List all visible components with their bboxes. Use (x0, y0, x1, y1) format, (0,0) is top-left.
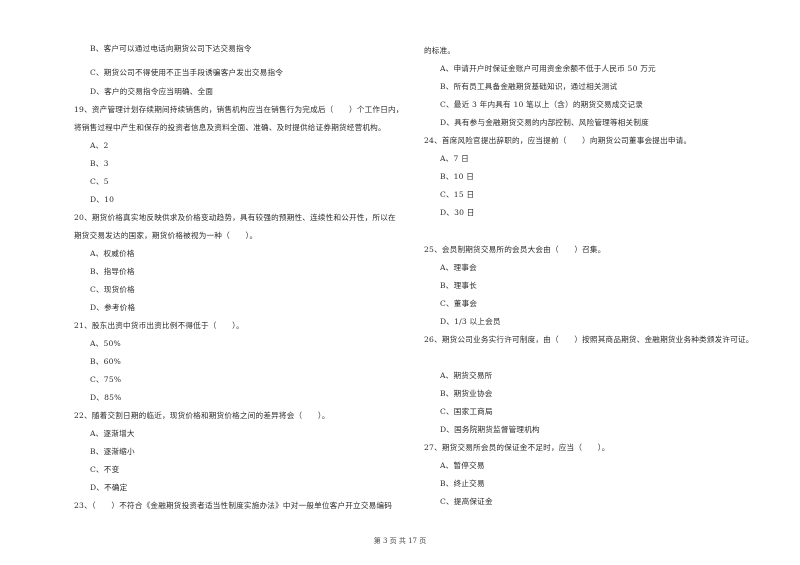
option-q26-c: C、国家工商局 (440, 407, 493, 416)
option-q24-d: D、30 日 (440, 208, 475, 217)
option-q27-c: C、提高保证金 (440, 497, 493, 506)
option-q23-d: D、具有参与金融期货交易的内部控制、风险管理等相关制度 (440, 118, 649, 127)
option-q20-c: C、现货价格 (90, 285, 135, 294)
option-q25-c: C、董事会 (440, 299, 478, 308)
question-27-line1: 27、期货交易所会员的保证金不足时，应当（ ）。 (424, 443, 610, 452)
question-24-line1: 24、首席风险官提出辞职的，应当提前（ ）向期货公司董事会提出申请。 (424, 136, 692, 145)
option-q19-d: D、10 (90, 195, 115, 204)
option-q24-c: C、15 日 (440, 190, 475, 199)
question-23-line1: 23、（ ）不符合《金融期货投资者适当性制度实施办法》中对一般单位客户开立交易编… (74, 501, 393, 510)
option-q22-a: A、逐渐增大 (90, 429, 135, 438)
option-q24-a: A、7 日 (440, 154, 469, 163)
page-number-footer: 第 3 页 共 17 页 (373, 537, 427, 545)
option-q19-c: C、5 (90, 177, 109, 186)
question-26-line1: 26、期货公司业务实行许可制度，由（ ）按照其商品期货、金融期货业务种类颁发许可… (424, 335, 754, 344)
option-q26-b: B、期货业协会 (440, 389, 493, 398)
question-23-continuation: 的标准。 (424, 46, 456, 55)
option-q25-a: A、理事会 (440, 263, 477, 272)
option-q27-b: B、终止交易 (440, 479, 485, 488)
option-q20-b: B、指导价格 (90, 267, 135, 276)
option-q27-a: A、暂停交易 (440, 461, 485, 470)
option-q26-a: A、期货交易所 (440, 371, 493, 380)
option-q26-d: D、国务院期货监督管理机构 (440, 425, 540, 434)
option-q23-a: A、申请开户时保证金账户可用资金余额不低于人民币 50 万元 (440, 64, 656, 73)
question-25-line1: 25、会员制期货交易所的会员大会由（ ）召集。 (424, 245, 606, 254)
option-q18-d: D、客户的交易指令应当明确、全面 (90, 87, 214, 96)
option-q24-b: B、10 日 (440, 172, 475, 181)
option-q25-b: B、理事长 (440, 281, 477, 290)
option-q19-b: B、3 (90, 159, 109, 168)
option-q21-c: C、75% (90, 375, 122, 384)
option-q22-b: B、逐渐缩小 (90, 447, 135, 456)
option-q21-d: D、85% (90, 393, 122, 402)
question-20-line2: 期货交易发达的国家，期货价格被视为一种（ ）。 (74, 231, 258, 240)
question-22-line1: 22、随着交割日期的临近，现货价格和期货价格之间的差异将会（ ）。 (74, 411, 330, 420)
option-q18-b: B、客户可以通过电话向期货公司下达交易指令 (90, 44, 252, 53)
option-q22-d: D、不确定 (90, 483, 128, 492)
option-q23-c: C、最近 3 年内具有 10 笔以上（含）的期货交易成交记录 (440, 100, 644, 109)
question-20-line1: 20、期货价格真实地反映供求及价格变动趋势，具有较强的预期性、连续性和公开性，所… (74, 213, 396, 222)
document-page: B、客户可以通过电话向期货公司下达交易指令 C、期货公司不得使用不正当手段诱骗客… (0, 0, 800, 565)
option-q22-c: C、不变 (90, 465, 120, 474)
option-q20-d: D、参考价格 (90, 303, 136, 312)
option-q20-a: A、权威价格 (90, 249, 135, 258)
option-q19-a: A、2 (90, 141, 109, 150)
question-19-line1: 19、资产管理计划存续期间持续销售的，销售机构应当在销售行为完成后（ ）个工作日… (74, 105, 404, 114)
option-q23-b: B、所有员工具备金融期货基础知识，通过相关测试 (440, 82, 618, 91)
option-q18-c: C、期货公司不得使用不正当手段诱骗客户发出交易指令 (90, 68, 284, 77)
question-21-line1: 21、股东出资中货币出资比例不得低于（ ）。 (74, 321, 244, 330)
question-19-line2: 将销售过程中产生和保存的投资者信息及资料全面、准确、及时提供给证券期货经营机构。 (74, 123, 386, 132)
option-q21-a: A、50% (90, 339, 121, 348)
option-q21-b: B、60% (90, 357, 122, 366)
option-q25-d: D、1/3 以上会员 (440, 317, 501, 326)
